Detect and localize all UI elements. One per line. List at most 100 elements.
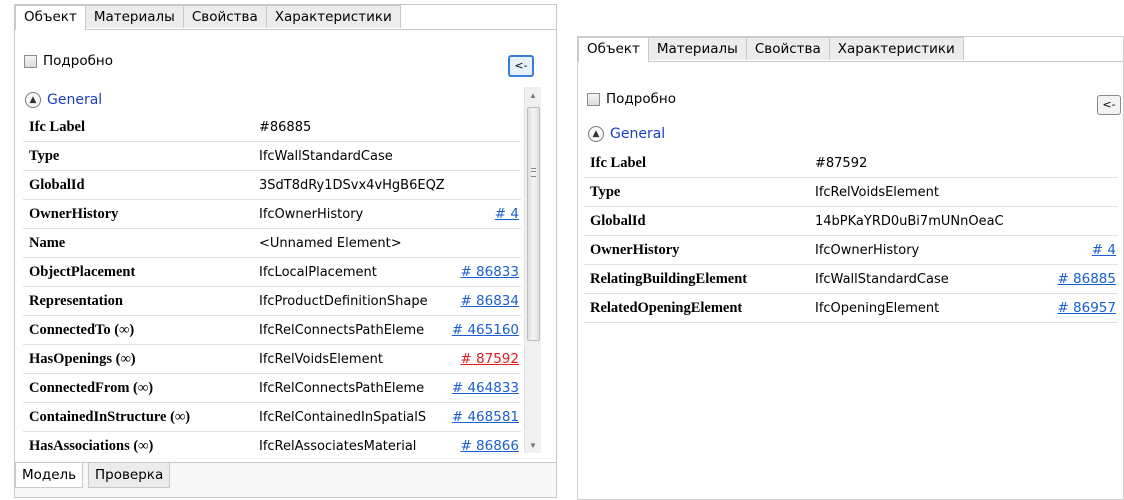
property-name: GlobalId [590, 213, 646, 229]
reference-link[interactable]: # 86834 [460, 293, 519, 309]
property-name: HasOpenings (∞) [29, 351, 136, 367]
reference-link[interactable]: # 464833 [452, 380, 519, 396]
reference-link[interactable]: # 86833 [460, 264, 519, 280]
detailed-checkbox[interactable]: Подробно [587, 91, 676, 107]
vertical-scrollbar[interactable]: ▲ ▼ [524, 87, 541, 453]
property-value: IfcWallStandardCase [259, 149, 393, 164]
tab-object[interactable]: Объект [578, 37, 649, 62]
property-name: OwnerHistory [590, 242, 680, 258]
left-property-grid: Ifc Label #86885 Type IfcWallStandardCase Gl… [23, 113, 521, 453]
property-row[interactable]: Representation IfcProductDefinitionShape #… [23, 287, 521, 316]
property-value: <Unnamed Element> [259, 236, 402, 251]
property-value: #87592 [815, 156, 868, 171]
detailed-label: Подробно [606, 91, 676, 107]
right-properties-panel: Объект Материалы Свойства Характеристики… [577, 36, 1124, 500]
tab-characteristics[interactable]: Характеристики [265, 5, 401, 28]
property-value: IfcProductDefinitionShape [259, 294, 427, 309]
tab-characteristics[interactable]: Характеристики [828, 37, 964, 60]
property-value: IfcOpeningElement [815, 301, 940, 316]
group-label: General [610, 126, 666, 142]
tab-strip: Объект Материалы Свойства Характеристики [578, 37, 964, 62]
general-group-header[interactable]: ▲ General [588, 126, 665, 142]
property-value: IfcRelContainedInSpatialS [259, 410, 427, 425]
property-value: IfcOwnerHistory [259, 207, 364, 222]
tab-check[interactable]: Проверка [88, 463, 171, 488]
tab-divider [15, 29, 556, 30]
reference-link[interactable]: # 86866 [460, 438, 519, 453]
property-value: IfcRelAssociatesMaterial [259, 439, 417, 453]
reference-link[interactable]: # 468581 [452, 409, 519, 425]
property-value: IfcRelVoidsElement [259, 352, 383, 367]
detailed-checkbox[interactable]: Подробно [24, 53, 113, 69]
tab-properties[interactable]: Свойства [182, 5, 267, 28]
property-row[interactable]: HasAssociations (∞) IfcRelAssociatesMater… [23, 432, 521, 453]
property-name: Type [29, 148, 60, 164]
property-name: Name [29, 235, 66, 251]
tab-divider [578, 61, 1123, 62]
tab-object[interactable]: Объект [15, 5, 86, 30]
property-value: IfcRelConnectsPathEleme [259, 381, 425, 396]
property-name: Ifc Label [29, 119, 85, 135]
property-value: IfcOwnerHistory [815, 243, 920, 258]
reference-link[interactable]: # 87592 [460, 351, 519, 367]
property-name: RelatedOpeningElement [590, 300, 743, 316]
scroll-thumb[interactable] [527, 107, 540, 341]
property-row[interactable]: GlobalId 14bPKaYRD0uBi7mUNnOeaC [584, 207, 1118, 236]
property-row[interactable]: ConnectedFrom (∞) IfcRelConnectsPathEleme… [23, 374, 521, 403]
right-property-grid: Ifc Label #87592 Type IfcRelVoidsElement Glo… [584, 149, 1118, 359]
tab-materials[interactable]: Материалы [647, 37, 747, 60]
property-row[interactable]: ObjectPlacement IfcLocalPlacement # 86833 [23, 258, 521, 287]
property-name: RelatingBuildingElement [590, 271, 748, 287]
tab-strip: Объект Материалы Свойства Характеристики [15, 5, 401, 30]
scroll-up-arrow-icon[interactable]: ▲ [525, 87, 541, 103]
reference-link[interactable]: # 86957 [1057, 300, 1116, 316]
property-name: ContainedInStructure (∞) [29, 409, 191, 425]
checkbox-box[interactable] [24, 54, 37, 68]
property-row[interactable]: OwnerHistory IfcOwnerHistory # 4 [584, 236, 1118, 265]
property-name: Type [590, 184, 621, 200]
property-row[interactable]: HasOpenings (∞) IfcRelVoidsElement # 87592 [23, 345, 521, 374]
property-name: HasAssociations (∞) [29, 438, 154, 453]
property-row[interactable]: RelatedOpeningElement IfcOpeningElement # … [584, 294, 1118, 323]
property-row[interactable]: OwnerHistory IfcOwnerHistory # 4 [23, 200, 521, 229]
property-row[interactable]: Ifc Label #86885 [23, 113, 521, 142]
property-name: ObjectPlacement [29, 264, 136, 280]
property-row[interactable]: RelatingBuildingElement IfcWallStandardCa… [584, 265, 1118, 294]
general-group-header[interactable]: ▲ General [25, 92, 102, 108]
property-row[interactable]: Name <Unnamed Element> [23, 229, 521, 258]
property-value: IfcRelConnectsPathEleme [259, 323, 425, 338]
property-row[interactable]: ConnectedTo (∞) IfcRelConnectsPathEleme # … [23, 316, 521, 345]
property-name: GlobalId [29, 177, 85, 193]
tab-model[interactable]: Модель [15, 463, 84, 488]
grip-icon [531, 168, 536, 177]
property-value: IfcLocalPlacement [259, 265, 377, 280]
property-row[interactable]: GlobalId 3SdT8dRy1DSvx4vHgB6EQZ [23, 171, 521, 200]
scroll-down-arrow-icon[interactable]: ▼ [525, 437, 541, 453]
reference-link[interactable]: # 4 [1092, 242, 1116, 258]
property-row[interactable]: Ifc Label #87592 [584, 149, 1118, 178]
property-name: Representation [29, 293, 123, 309]
left-properties-panel: Объект Материалы Свойства Характеристики… [14, 4, 557, 498]
property-row[interactable]: Type IfcRelVoidsElement [584, 178, 1118, 207]
collapse-chevron-icon[interactable]: ▲ [588, 126, 604, 142]
property-row[interactable]: ContainedInStructure (∞) IfcRelContainedI… [23, 403, 521, 432]
bottom-tab-strip: Модель Проверка [15, 462, 556, 497]
reference-link[interactable]: # 4 [495, 206, 519, 222]
property-name: Ifc Label [590, 155, 646, 171]
checkbox-box[interactable] [587, 92, 600, 106]
property-row[interactable]: Type IfcWallStandardCase [23, 142, 521, 171]
reference-link[interactable]: # 86885 [1057, 271, 1116, 287]
property-name: ConnectedTo (∞) [29, 322, 135, 338]
property-value: IfcWallStandardCase [815, 272, 949, 287]
tab-materials[interactable]: Материалы [84, 5, 184, 28]
property-value: 3SdT8dRy1DSvx4vHgB6EQZ [259, 178, 445, 193]
property-value: 14bPKaYRD0uBi7mUNnOeaC [815, 214, 1004, 229]
property-name: OwnerHistory [29, 206, 119, 222]
tab-properties[interactable]: Свойства [745, 37, 830, 60]
back-button[interactable]: <- [508, 55, 534, 77]
collapse-chevron-icon[interactable]: ▲ [25, 92, 41, 108]
back-button[interactable]: <- [1097, 95, 1121, 115]
reference-link[interactable]: # 465160 [452, 322, 519, 338]
property-name: ConnectedFrom (∞) [29, 380, 154, 396]
group-label: General [47, 92, 103, 108]
